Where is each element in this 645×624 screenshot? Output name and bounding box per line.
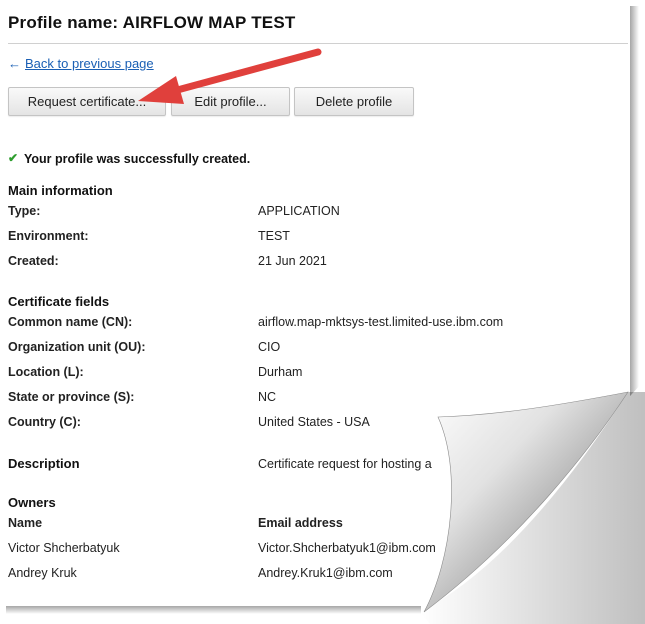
page-title: Profile name: AIRFLOW MAP TEST: [8, 13, 296, 32]
description-value: Certificate request for hosting a: [258, 457, 432, 471]
page-curl-screenshot: Profile name: AIRFLOW MAP TEST ← Back to …: [0, 0, 645, 624]
profile-details-page: Profile name: AIRFLOW MAP TEST ← Back to …: [0, 0, 645, 624]
owner-name: Andrey Kruk: [8, 566, 77, 580]
created-label: Created:: [8, 254, 59, 268]
owner-email: Victor.Shcherbatyuk1@ibm.com: [258, 541, 436, 555]
common-name-label: Common name (CN):: [8, 315, 133, 329]
delete-profile-button[interactable]: Delete profile: [294, 87, 414, 116]
environment-label: Environment:: [8, 229, 89, 243]
country-value: United States - USA: [258, 415, 370, 429]
organization-unit-label: Organization unit (OU):: [8, 340, 146, 354]
checkmark-icon: ✔: [8, 151, 19, 165]
owner-email: Andrey.Kruk1@ibm.com: [258, 566, 393, 580]
edit-profile-button[interactable]: Edit profile...: [171, 87, 290, 116]
success-message: Your profile was successfully created.: [24, 152, 251, 166]
owners-name-column-header: Name: [8, 516, 43, 530]
owner-name: Victor Shcherbatyuk: [8, 541, 120, 555]
type-value: APPLICATION: [258, 204, 340, 218]
owners-heading: Owners: [8, 495, 56, 510]
title-divider: [8, 43, 628, 44]
state-value: NC: [258, 390, 277, 404]
environment-value: TEST: [258, 229, 290, 243]
state-label: State or province (S):: [8, 390, 135, 404]
location-value: Durham: [258, 365, 303, 379]
type-label: Type:: [8, 204, 41, 218]
description-label: Description: [8, 456, 80, 471]
back-arrow-icon: ←: [8, 56, 21, 71]
main-information-heading: Main information: [8, 183, 113, 198]
location-label: Location (L):: [8, 365, 84, 379]
organization-unit-value: CIO: [258, 340, 281, 354]
back-link-label[interactable]: Back to previous page: [25, 56, 154, 71]
owners-email-column-header: Email address: [258, 516, 343, 530]
request-certificate-button[interactable]: Request certificate...: [8, 87, 166, 116]
back-link[interactable]: ← Back to previous page: [8, 56, 154, 71]
created-value: 21 Jun 2021: [258, 254, 327, 268]
common-name-value: airflow.map-mktsys-test.limited-use.ibm.…: [258, 315, 504, 329]
certificate-fields-heading: Certificate fields: [8, 294, 110, 309]
description-value-container: Certificate request for hosting a: [258, 455, 448, 473]
country-label: Country (C):: [8, 415, 81, 429]
